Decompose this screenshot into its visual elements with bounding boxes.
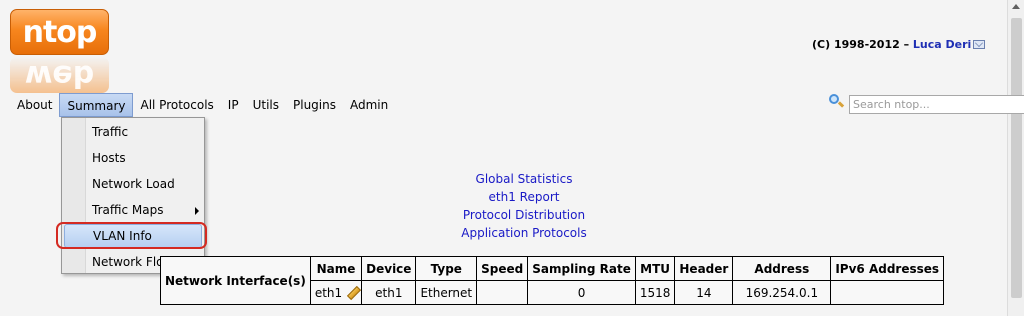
link-protocol-distribution[interactable]: Protocol Distribution bbox=[440, 206, 608, 224]
column-header: Name bbox=[309, 256, 363, 281]
menu-plugins[interactable]: Plugins bbox=[286, 93, 343, 117]
interfaces-table: Network Interface(s) Name Device Type Sp… bbox=[160, 256, 945, 305]
table-cell: 169.254.0.1 bbox=[732, 280, 832, 305]
dropdown-item-network-load[interactable]: Network Load bbox=[64, 172, 202, 196]
table-cell: Ethernet bbox=[415, 280, 478, 305]
copyright: (C) 1998-2012 – Luca Deri bbox=[812, 38, 986, 51]
search-icon[interactable] bbox=[828, 93, 845, 109]
scroll-thumb[interactable] bbox=[1011, 18, 1022, 298]
ntop-logo[interactable]: ntop web bbox=[10, 9, 109, 99]
column-header: IPv6 Addresses bbox=[830, 256, 945, 281]
column-header: Sampling Rate bbox=[527, 256, 636, 281]
table-cell: 14 bbox=[674, 280, 734, 305]
vertical-scrollbar[interactable] bbox=[1007, 0, 1024, 316]
column-header: Address bbox=[732, 256, 832, 281]
scroll-up-arrow-icon[interactable] bbox=[1012, 4, 1020, 9]
column-header: Speed bbox=[476, 256, 529, 281]
dropdown-item-label: Traffic Maps bbox=[92, 203, 164, 217]
dropdown-item-traffic[interactable]: Traffic bbox=[64, 120, 202, 144]
table-cell: 0 bbox=[527, 280, 636, 305]
table-cell-name: eth1 bbox=[309, 280, 363, 305]
menu-about[interactable]: About bbox=[10, 93, 59, 117]
column-header: Type bbox=[415, 256, 478, 281]
logo-reflection: web bbox=[10, 57, 109, 93]
menu-admin[interactable]: Admin bbox=[343, 93, 395, 117]
highlight-annotation bbox=[56, 222, 207, 249]
table-cell: 1518 bbox=[634, 280, 676, 305]
menu-ip[interactable]: IP bbox=[221, 93, 246, 117]
table-cell: eth1 bbox=[361, 280, 417, 305]
menu-summary[interactable]: Summary bbox=[59, 93, 134, 117]
logo-text: ntop bbox=[10, 9, 109, 55]
row-header: Network Interface(s) bbox=[160, 256, 311, 305]
table-cell bbox=[476, 280, 529, 305]
link-global-statistics[interactable]: Global Statistics bbox=[440, 170, 608, 188]
menu-all-protocols[interactable]: All Protocols bbox=[133, 93, 220, 117]
interface-name: eth1 bbox=[314, 285, 343, 300]
link-application-protocols[interactable]: Application Protocols bbox=[440, 224, 608, 242]
edit-pencil-icon[interactable] bbox=[345, 286, 357, 298]
submenu-arrow-icon bbox=[195, 207, 199, 215]
author-link[interactable]: Luca Deri bbox=[913, 38, 971, 51]
summary-dropdown-menu: Traffic Hosts Network Load Traffic Maps … bbox=[61, 117, 205, 274]
table-header-row: Network Interface(s) Name Device Type Sp… bbox=[160, 256, 945, 305]
link-eth1-report[interactable]: eth1 Report bbox=[440, 188, 608, 206]
column-header: Header bbox=[674, 256, 734, 281]
main-menu: About Summary All Protocols IP Utils Plu… bbox=[10, 93, 395, 117]
dropdown-item-traffic-maps[interactable]: Traffic Maps bbox=[64, 198, 202, 222]
column-header: Device bbox=[361, 256, 417, 281]
table-cell bbox=[830, 280, 945, 305]
dropdown-item-hosts[interactable]: Hosts bbox=[64, 146, 202, 170]
copyright-text: (C) 1998-2012 – bbox=[812, 38, 913, 51]
report-links: Global Statistics eth1 Report Protocol D… bbox=[440, 170, 608, 242]
menu-utils[interactable]: Utils bbox=[246, 93, 286, 117]
search-input[interactable] bbox=[849, 95, 1024, 114]
mail-icon[interactable] bbox=[973, 40, 986, 49]
column-header: MTU bbox=[634, 256, 676, 281]
